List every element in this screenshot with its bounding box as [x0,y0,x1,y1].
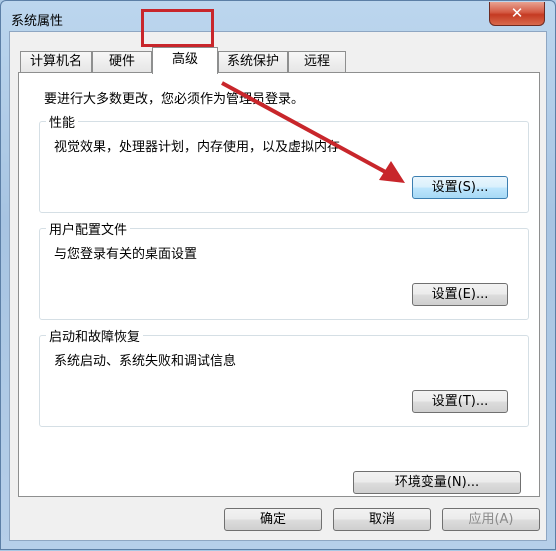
annotation-arrow-icon [221,81,405,183]
system-properties-window: 系统属性 ✕ 计算机名 硬件 高级 系统保护 远程 要进行大多数更改，您必须作为… [0,0,556,550]
